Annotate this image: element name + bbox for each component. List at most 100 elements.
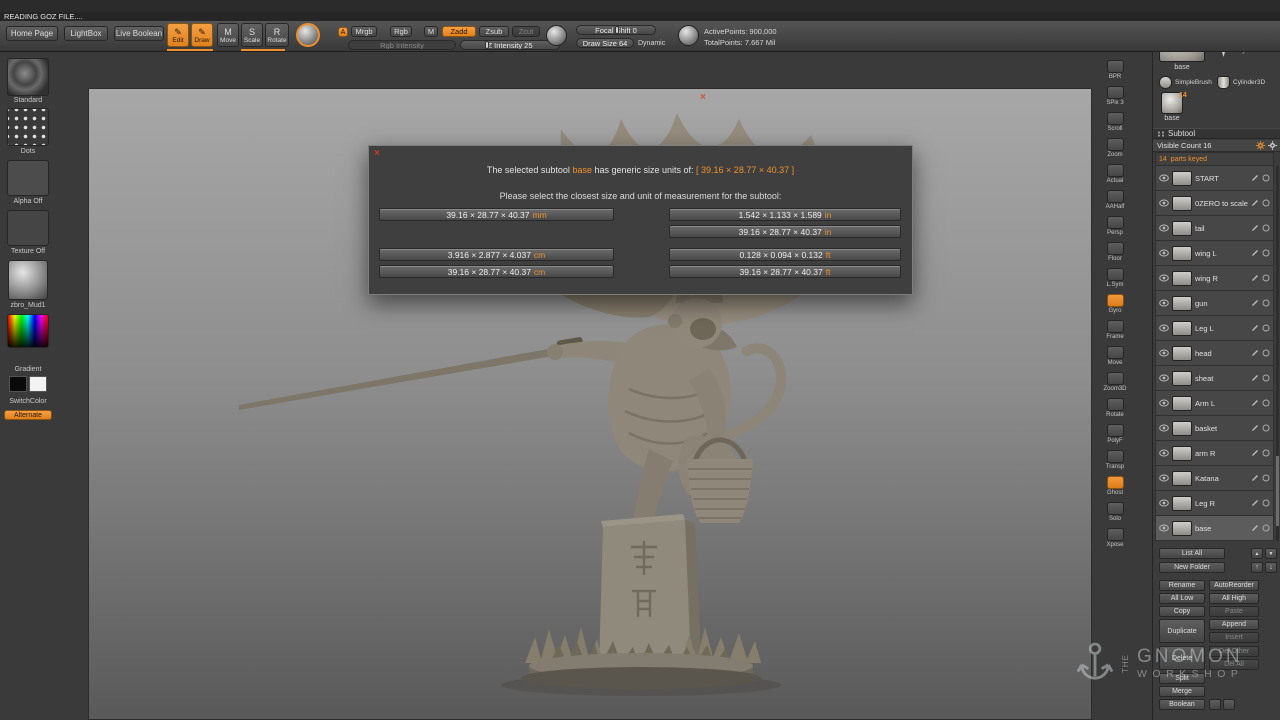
folder-down-button[interactable]: ↓ — [1265, 562, 1277, 573]
boolean-button[interactable]: Boolean — [1159, 699, 1205, 710]
eye-icon[interactable] — [1159, 224, 1169, 232]
eye-icon[interactable] — [1159, 324, 1169, 332]
move-down-button[interactable]: ▼ — [1265, 548, 1277, 559]
points-sphere-icon[interactable] — [678, 25, 699, 46]
shelf-tool-button[interactable]: BPR — [1100, 60, 1130, 86]
stroke-thumbnail-dots[interactable] — [7, 108, 49, 146]
dynamic-label[interactable]: Dynamic — [638, 39, 665, 48]
eye-icon[interactable] — [1159, 474, 1169, 482]
visible-count-bar[interactable]: Visible Count 16 — [1153, 140, 1280, 152]
eye-icon[interactable] — [1159, 374, 1169, 382]
paintbrush-icon[interactable] — [1251, 449, 1259, 457]
move-button[interactable]: M Move — [217, 23, 239, 47]
circle-icon[interactable] — [1262, 474, 1270, 482]
circle-icon[interactable] — [1262, 524, 1270, 532]
eye-icon[interactable] — [1159, 499, 1169, 507]
subtool-row[interactable]: basket — [1155, 416, 1274, 441]
copy-button[interactable]: Copy — [1159, 606, 1205, 617]
shelf-tool-button[interactable]: Actual — [1100, 164, 1130, 190]
m-button[interactable]: M — [424, 26, 438, 37]
rgb-intensity-slider[interactable]: Rgb Intensity — [348, 40, 456, 50]
size-option-ft-small[interactable]: 0.128 × 0.094 × 0.132ft — [669, 248, 901, 261]
paintbrush-icon[interactable] — [1251, 424, 1259, 432]
eye-icon[interactable] — [1159, 274, 1169, 282]
subtool-row[interactable]: Katana — [1155, 466, 1274, 491]
eye-icon[interactable] — [1159, 199, 1169, 207]
rgb-button[interactable]: Rgb — [390, 26, 412, 37]
subtool-row[interactable]: gun — [1155, 291, 1274, 316]
paintbrush-icon[interactable] — [1251, 374, 1259, 382]
current-material-sphere[interactable] — [296, 23, 320, 47]
eye-icon[interactable] — [1159, 299, 1169, 307]
eye-icon[interactable] — [1159, 424, 1169, 432]
list-all-button[interactable]: List All — [1159, 548, 1225, 559]
subtool-row[interactable]: arm R — [1155, 441, 1274, 466]
subtool-row[interactable]: wing L — [1155, 241, 1274, 266]
shelf-tool-button[interactable]: Zoom3D — [1100, 372, 1130, 398]
circle-icon[interactable] — [1262, 499, 1270, 507]
paintbrush-icon[interactable] — [1251, 399, 1259, 407]
zcut-button[interactable]: Zcut — [512, 26, 540, 37]
boolean-mode-icon[interactable] — [1223, 699, 1235, 710]
shelf-tool-button[interactable]: AAHalf — [1100, 190, 1130, 216]
new-folder-button[interactable]: New Folder — [1159, 562, 1225, 573]
gear-orange-icon[interactable] — [1256, 141, 1265, 150]
eye-icon[interactable] — [1159, 174, 1169, 182]
texture-thumbnail[interactable] — [7, 210, 49, 246]
paintbrush-icon[interactable] — [1251, 199, 1259, 207]
shelf-tool-button[interactable]: Solo — [1100, 502, 1130, 528]
paintbrush-icon[interactable] — [1251, 174, 1259, 182]
folder-up-button[interactable]: ↑ — [1251, 562, 1263, 573]
shelf-tool-button[interactable]: Persp — [1100, 216, 1130, 242]
paintbrush-icon[interactable] — [1251, 299, 1259, 307]
boolean-mode-icon[interactable] — [1209, 699, 1221, 710]
circle-icon[interactable] — [1262, 449, 1270, 457]
dialog-close-icon[interactable]: × — [374, 148, 380, 159]
secondary-color-swatch[interactable] — [29, 376, 47, 392]
alpha-thumbnail[interactable] — [7, 160, 49, 196]
shelf-tool-button[interactable]: Frame — [1100, 320, 1130, 346]
subtool-row[interactable]: base — [1155, 516, 1274, 541]
circle-icon[interactable] — [1262, 349, 1270, 357]
circle-icon[interactable] — [1262, 324, 1270, 332]
switch-color-label[interactable]: SwitchColor — [0, 398, 56, 405]
shelf-tool-button[interactable]: Xpose — [1100, 528, 1130, 554]
subtool-row[interactable]: wing R — [1155, 266, 1274, 291]
shelf-tool-button[interactable]: Scroll — [1100, 112, 1130, 138]
size-option-in-small[interactable]: 1.542 × 1.133 × 1.589in — [669, 208, 901, 221]
paintbrush-icon[interactable] — [1251, 524, 1259, 532]
paintbrush-icon[interactable] — [1251, 224, 1259, 232]
live-boolean-button[interactable]: Live Boolean — [114, 26, 164, 41]
subtool-row[interactable]: sheat — [1155, 366, 1274, 391]
paintbrush-icon[interactable] — [1251, 499, 1259, 507]
alpha-a-badge[interactable]: A — [338, 27, 348, 37]
shelf-tool-button[interactable]: SPix 3 — [1100, 86, 1130, 112]
shelf-tool-button[interactable]: Zoom — [1100, 138, 1130, 164]
circle-icon[interactable] — [1262, 224, 1270, 232]
autoreorder-button[interactable]: AutoReorder — [1209, 580, 1259, 591]
lightbox-button[interactable]: LightBox — [64, 26, 108, 41]
shelf-tool-button[interactable]: Rotate — [1100, 398, 1130, 424]
canvas-close-icon[interactable]: × — [700, 92, 706, 103]
quick-pick-simplebrush[interactable]: SimpleBrush — [1159, 76, 1212, 89]
all-low-button[interactable]: All Low — [1159, 593, 1205, 604]
rename-button[interactable]: Rename — [1159, 580, 1205, 591]
size-option-ft[interactable]: 39.16 × 28.77 × 40.37ft — [669, 265, 901, 278]
subtool-folder-row[interactable]: 14 parts keyed — [1155, 152, 1274, 166]
gear-gray-icon[interactable] — [1268, 141, 1277, 150]
home-page-button[interactable]: Home Page — [6, 26, 58, 41]
circle-icon[interactable] — [1262, 374, 1270, 382]
draw-button[interactable]: ✎ Draw — [191, 23, 213, 47]
subtool-row[interactable]: tail — [1155, 216, 1274, 241]
circle-icon[interactable] — [1262, 424, 1270, 432]
subtool-row[interactable]: Arm L — [1155, 391, 1274, 416]
stroke-curve-icon[interactable] — [546, 25, 567, 46]
eye-icon[interactable] — [1159, 449, 1169, 457]
paintbrush-icon[interactable] — [1251, 324, 1259, 332]
scale-button[interactable]: S Scale — [241, 23, 263, 47]
subtool-row[interactable]: 0ZERO to scale — [1155, 191, 1274, 216]
circle-icon[interactable] — [1262, 299, 1270, 307]
alternate-button[interactable]: Alternate — [4, 410, 52, 420]
shelf-tool-button[interactable]: Move — [1100, 346, 1130, 372]
size-option-mm[interactable]: 39.16 × 28.77 × 40.37mm — [379, 208, 614, 221]
